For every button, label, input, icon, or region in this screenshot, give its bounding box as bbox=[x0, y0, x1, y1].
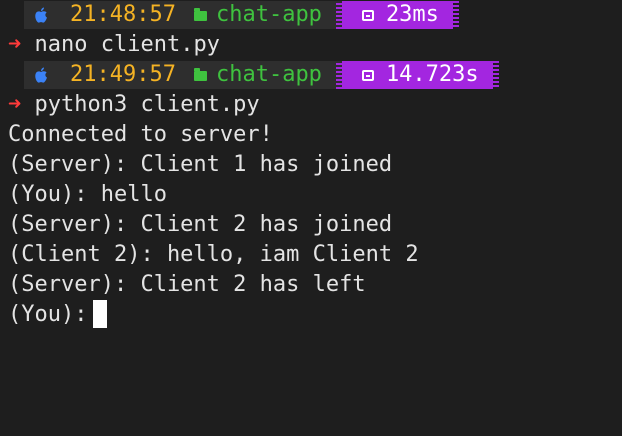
apple-icon bbox=[35, 67, 47, 83]
prompt-directory: chat-app bbox=[215, 2, 322, 27]
prompt-duration: 14.723s bbox=[385, 62, 479, 87]
folder-icon bbox=[193, 68, 207, 81]
terminal-window[interactable]: 21:48:57 chat-app 23ms ➜ nano client.py … bbox=[0, 0, 622, 436]
prompt-bar-2: 21:49:57 chat-app 14.723s bbox=[24, 61, 499, 89]
segment-end-cap bbox=[452, 1, 459, 29]
prompt-arrow-icon: ➜ bbox=[8, 32, 22, 57]
command-line-2: ➜ python3 client.py bbox=[8, 90, 260, 120]
output-line: (Client 2): hello, iam Client 2 bbox=[8, 242, 419, 267]
folder-icon bbox=[193, 8, 207, 21]
command-line-1: ➜ nano client.py bbox=[8, 30, 220, 60]
prompt-arrow-icon: ➜ bbox=[8, 92, 22, 117]
output-line: (You): hello bbox=[8, 182, 167, 207]
prompt-bar-1: 21:48:57 chat-app 23ms bbox=[24, 1, 459, 29]
output-line: (Server): Client 2 has left bbox=[8, 272, 366, 297]
output-line: Connected to server! bbox=[8, 122, 273, 147]
output-line: (Server): Client 1 has joined bbox=[8, 152, 393, 177]
prompt-duration-segment: 14.723s bbox=[341, 61, 493, 89]
prompt-duration-segment: 23ms bbox=[341, 1, 453, 29]
output-line: (Server): Client 2 has joined bbox=[8, 212, 393, 237]
input-prompt-label: (You): bbox=[8, 302, 88, 327]
segment-end-cap bbox=[492, 61, 499, 89]
command-text: nano client.py bbox=[34, 32, 220, 57]
prompt-duration: 23ms bbox=[385, 2, 439, 27]
timer-icon bbox=[361, 69, 374, 81]
prompt-info-segment: 21:48:57 chat-app bbox=[24, 1, 336, 29]
text-cursor[interactable] bbox=[93, 300, 108, 328]
prompt-time: 21:48:57 bbox=[70, 2, 176, 27]
apple-icon bbox=[35, 7, 47, 23]
input-line[interactable]: (You): bbox=[8, 300, 108, 330]
timer-icon bbox=[361, 9, 374, 21]
prompt-time: 21:49:57 bbox=[70, 62, 176, 87]
command-text: python3 client.py bbox=[34, 92, 260, 117]
prompt-directory: chat-app bbox=[215, 62, 322, 87]
prompt-info-segment: 21:49:57 chat-app bbox=[24, 61, 336, 89]
